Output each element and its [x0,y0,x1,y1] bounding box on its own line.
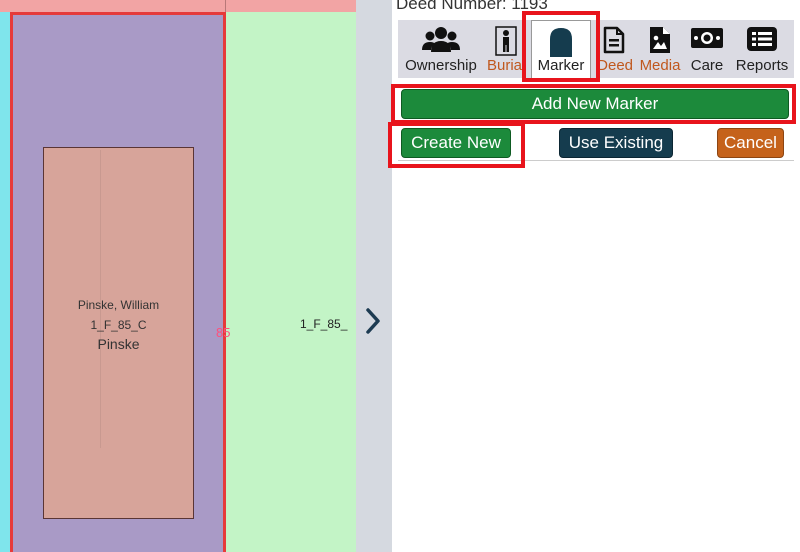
chevron-right-icon[interactable] [364,306,384,336]
grave-owner-name: Pinske, William [77,298,160,312]
tab-label: Ownership [405,57,477,74]
tab-burial[interactable]: Burial [484,20,528,78]
tab-label: Marker [537,57,585,74]
tab-media[interactable]: Media [637,20,683,78]
tab-ownership[interactable]: Ownership [400,20,482,78]
image-file-icon [650,27,670,53]
deed-number: Deed Number: 1193 [396,0,548,13]
create-new-button[interactable]: Create New [401,128,511,158]
tab-deed[interactable]: Deed [593,20,635,78]
users-icon [422,27,460,52]
grave-marker-text: Pinske [97,336,140,352]
tab-label: Media [639,57,681,74]
divider [398,160,794,161]
document-icon [603,26,625,54]
neighbor-plot-label: 1_F_85_ [300,317,348,331]
use-existing-button[interactable]: Use Existing [559,128,673,158]
add-new-marker-button[interactable]: Add New Marker [401,89,789,119]
tab-marker[interactable]: Marker [531,20,591,78]
adjacent-plot-top [0,0,356,12]
headstone-icon [550,28,572,57]
tab-label: Reports [735,57,789,74]
tab-label: Deed [597,57,633,74]
grave-id: 1_F_85_C [90,318,147,332]
tab-label: Burial [487,57,526,74]
grave-shape[interactable] [43,147,194,519]
money-icon [691,28,723,48]
tab-care[interactable]: Care [685,20,729,78]
tab-label: Care [690,57,724,74]
panel-collapse-bar[interactable] [356,0,392,552]
plot-number: 85 [216,325,231,340]
adjacent-plot [0,0,10,552]
tab-reports[interactable]: Reports [731,20,793,78]
cancel-button[interactable]: Cancel [717,128,784,158]
person-icon [495,26,517,56]
plot-divider [225,0,226,12]
details-panel [392,0,800,552]
list-icon [747,27,777,51]
cemetery-map[interactable]: Pinske, William 1_F_85_C Pinske 85 1_F_8… [0,0,356,552]
